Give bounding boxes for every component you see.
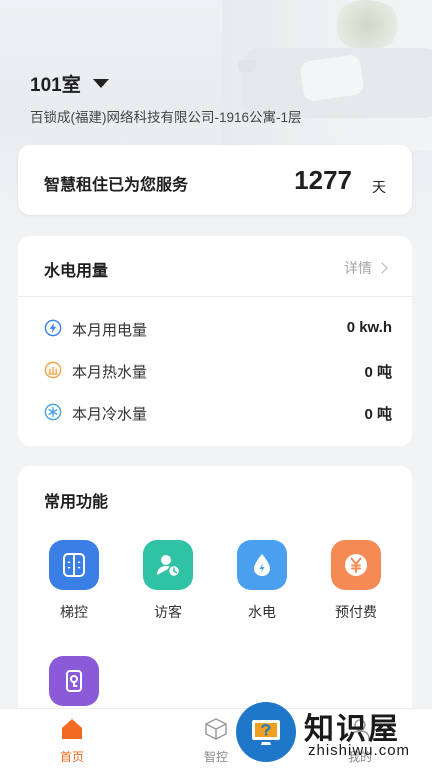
utility-row-hot-water: 本月热水量 0 吨 xyxy=(18,350,412,390)
functions-card: 常用功能 梯控 访客 水电 预付费 xyxy=(18,466,412,726)
utility-row-value: 0 kw.h xyxy=(346,319,392,336)
utility-row-value: 0 吨 xyxy=(364,406,392,423)
utility-detail-link[interactable]: 详情 xyxy=(344,258,388,278)
utility-title: 水电用量 xyxy=(44,263,109,280)
detail-label: 详情 xyxy=(344,260,372,276)
tab-home[interactable]: 首页 xyxy=(32,717,112,765)
watermark: 知识屋 zhishiwu.com xyxy=(236,702,432,768)
snowflake-icon xyxy=(44,403,62,421)
water-drop-icon xyxy=(237,540,287,590)
function-label: 预付费 xyxy=(335,604,377,620)
service-days-unit: 天 xyxy=(372,179,386,195)
utility-header: 水电用量 详情 xyxy=(18,236,412,297)
utility-row-cold-water: 本月冷水量 0 吨 xyxy=(18,392,412,432)
function-label: 访客 xyxy=(154,604,182,620)
elevator-icon xyxy=(49,540,99,590)
hot-water-icon xyxy=(44,361,62,379)
utility-card: 水电用量 详情 本月用电量 0 kw.h 本月热水量 0 吨 本月冷水量 0 吨 xyxy=(18,236,412,446)
cushion-decoration xyxy=(299,54,365,102)
utility-row-electric: 本月用电量 0 kw.h xyxy=(18,308,412,348)
function-door-lock[interactable] xyxy=(34,656,114,706)
function-utilities[interactable]: 水电 xyxy=(222,540,302,622)
tab-label: 首页 xyxy=(59,750,84,764)
room-selector[interactable]: 101室 xyxy=(30,70,109,97)
visitor-icon xyxy=(143,540,193,590)
chevron-right-icon xyxy=(376,262,388,274)
function-elevator[interactable]: 梯控 xyxy=(34,540,114,622)
lamp-decoration xyxy=(238,60,256,72)
plant-decoration xyxy=(332,0,402,50)
watermark-logo-icon xyxy=(236,702,296,762)
cube-icon xyxy=(205,718,227,740)
caret-down-icon xyxy=(92,79,109,88)
function-visitor[interactable]: 访客 xyxy=(128,540,208,622)
function-label: 水电 xyxy=(248,604,276,620)
room-name: 101室 xyxy=(30,75,81,96)
service-days: 1277 xyxy=(294,165,352,195)
home-icon xyxy=(62,719,82,739)
utility-row-label: 本月用电量 xyxy=(72,322,148,339)
service-label: 智慧租住已为您服务 xyxy=(44,177,189,194)
service-card: 智慧租住已为您服务 1277 天 xyxy=(18,145,412,215)
lightning-icon xyxy=(44,319,62,337)
address-text: 百锁成(福建)网络科技有限公司-1916公寓-1层 xyxy=(30,110,302,125)
utility-row-label: 本月热水量 xyxy=(72,364,148,381)
function-label: 梯控 xyxy=(60,604,88,620)
functions-title: 常用功能 xyxy=(44,494,109,511)
watermark-url: zhishiwu.com xyxy=(308,742,411,759)
utility-row-value: 0 吨 xyxy=(364,364,392,381)
yuan-icon xyxy=(331,540,381,590)
utility-row-label: 本月冷水量 xyxy=(72,406,148,423)
door-lock-icon xyxy=(49,656,99,706)
function-prepaid[interactable]: 预付费 xyxy=(316,540,396,622)
